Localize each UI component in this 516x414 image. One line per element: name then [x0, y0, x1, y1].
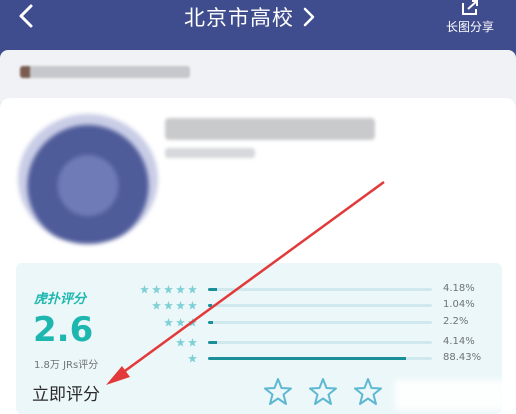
star-icon [188, 318, 197, 327]
rating-percent: 88.43% [443, 352, 482, 363]
star-icon [188, 301, 197, 310]
rating-bar-track [208, 341, 432, 344]
star-icon [140, 285, 149, 294]
blurred-name [165, 118, 375, 140]
blurred-avatar [18, 114, 158, 244]
rating-bar-fill [208, 288, 217, 291]
blurred-subtitle [165, 148, 255, 158]
share-export-icon [462, 0, 478, 15]
rating-row-5-star: 4.18% [140, 283, 490, 297]
rating-row-1-star: 88.43% [140, 352, 490, 366]
page-title-dropdown[interactable]: 北京市高校 [184, 3, 316, 31]
rating-bar-fill [208, 341, 217, 344]
rating-percent: 4.14% [443, 336, 475, 347]
star-outline-icon[interactable] [263, 377, 293, 407]
rating-bar-track [208, 288, 432, 291]
chevron-left-icon [19, 4, 33, 28]
star-icon [176, 285, 185, 294]
rating-row-2-star: 4.14% [140, 336, 490, 350]
rate-now-button[interactable]: 立即评分 [32, 380, 100, 405]
rating-row-3-star: 2.2% [140, 316, 490, 330]
share-long-image-button[interactable]: 长图分享 [430, 0, 510, 40]
star-icon [176, 301, 185, 310]
rating-percent: 1.04% [443, 299, 475, 310]
star-icon [188, 338, 197, 347]
rating-count: 1.8万 JRs评分 [34, 360, 99, 371]
rating-row-4-star: 1.04% [140, 299, 490, 313]
rating-bar-track [208, 357, 432, 360]
star-icon [176, 338, 185, 347]
rating-bar-fill [208, 357, 406, 360]
chevron-right-icon [303, 7, 315, 27]
star-icon [164, 285, 173, 294]
star-icon [164, 301, 173, 310]
share-label: 长图分享 [445, 20, 494, 34]
rating-score: 2.6 [33, 310, 94, 350]
star-outline-icon[interactable] [353, 377, 383, 407]
star-icon [152, 285, 161, 294]
star-icon [176, 318, 185, 327]
back-button[interactable] [14, 2, 40, 30]
page-title: 北京市高校 [184, 6, 294, 30]
rating-percent: 4.18% [443, 283, 475, 294]
star-icon [188, 285, 197, 294]
rating-brand-label: 虎扑评分 [34, 292, 87, 307]
rating-bar-fill [208, 304, 212, 307]
rating-bar-fill [208, 321, 213, 324]
rating-bar-track [208, 321, 432, 324]
star-outline-icon[interactable] [308, 377, 338, 407]
blurred-text [20, 66, 190, 78]
star-icon [152, 301, 161, 310]
rating-percent: 2.2% [443, 316, 469, 327]
star-icon [188, 354, 197, 363]
blurred-region [395, 380, 505, 410]
rating-bar-track [208, 304, 432, 307]
star-icon [164, 318, 173, 327]
